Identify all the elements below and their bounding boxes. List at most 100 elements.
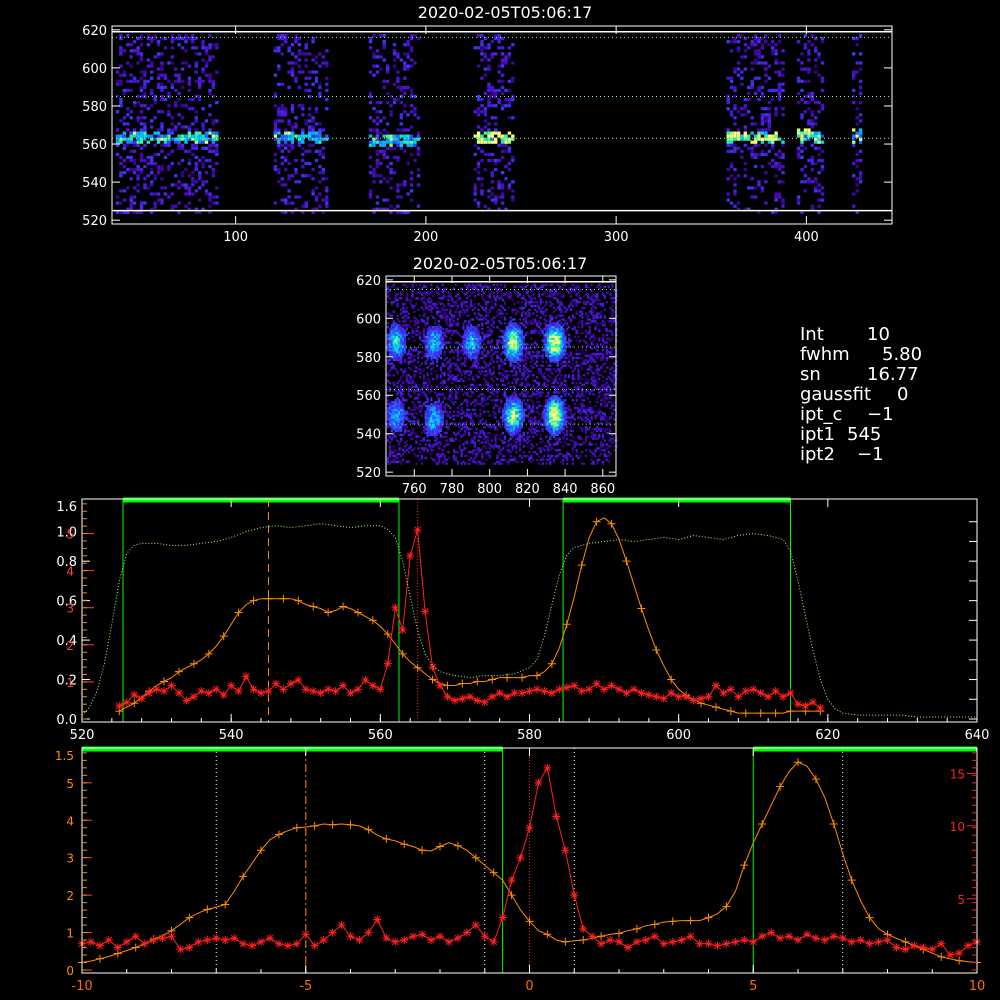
wide-image-pixel <box>294 195 298 199</box>
zoom-image-pixel <box>513 385 516 388</box>
wide-image-pixel <box>198 171 202 175</box>
wide-image-pixel <box>803 46 808 50</box>
zoom-image-pixel <box>511 299 514 302</box>
zoom-image-pixel <box>436 374 439 377</box>
zoom-image-pixel <box>419 283 422 287</box>
wide-image-pixel <box>760 186 765 190</box>
zoom-image-pixel <box>430 299 433 302</box>
wide-image-pixel <box>163 76 168 80</box>
zoom-image-pixel <box>469 412 473 415</box>
wide-image-pixel <box>372 64 376 68</box>
wide-image-pixel <box>273 49 278 53</box>
wide-image-pixel <box>146 43 150 47</box>
zoom-image-pixel <box>424 393 427 396</box>
wide-image-pixel <box>796 58 801 62</box>
wide-image-pixel <box>764 79 768 83</box>
wide-image-pixel <box>406 85 410 89</box>
wide-image-pixel <box>814 140 818 144</box>
wide-image-pixel <box>132 76 137 80</box>
wide-image-pixel <box>308 161 312 166</box>
zoom-image-pixel <box>464 431 467 435</box>
wide-image-pixel <box>807 131 811 135</box>
wide-image-pixel <box>143 165 147 169</box>
wide-image-pixel <box>136 189 140 193</box>
wide-image-pixel <box>473 192 477 196</box>
wide-image-pixel <box>294 116 298 120</box>
wide-image-pixel <box>774 152 778 156</box>
wide-image-pixel <box>177 143 181 147</box>
zoom-image-pixel <box>449 364 452 367</box>
wide-image-pixel <box>500 171 505 175</box>
wide-image-pixel <box>777 34 782 38</box>
wide-image-pixel <box>126 43 130 47</box>
wide-image-pixel <box>215 131 219 135</box>
zoom-image-pixel <box>488 447 491 450</box>
zoom-image-pixel <box>530 337 533 340</box>
wide-image-pixel <box>156 137 161 141</box>
wide-image-pixel <box>760 152 765 156</box>
zoom-image-pixel <box>449 293 452 296</box>
zoom-image-pixel <box>466 412 469 415</box>
wide-image-pixel <box>820 192 825 196</box>
wide-image-pixel <box>396 186 400 190</box>
wide-image-pixel <box>198 82 202 86</box>
wide-image-pixel <box>803 34 808 38</box>
wide-image-pixel <box>204 73 209 77</box>
zoom-image-pixel <box>488 454 491 458</box>
wide-image-pixel <box>318 165 322 169</box>
wide-image-pixel <box>304 88 308 92</box>
wide-image-pixel <box>156 128 161 132</box>
wide-image-pixel <box>277 37 281 41</box>
wide-image-pixel <box>753 140 758 144</box>
wide-image-pixel <box>308 143 312 147</box>
wide-image-pixel <box>215 149 219 153</box>
wide-image-pixel <box>476 107 481 111</box>
wide-image-pixel <box>301 140 305 144</box>
wide-image-pixel <box>297 143 302 147</box>
wide-image-pixel <box>767 107 771 111</box>
wide-image-pixel <box>382 198 386 202</box>
wide-image-pixel <box>416 134 421 138</box>
wide-image-pixel <box>753 58 758 62</box>
wide-image-pixel <box>389 110 393 114</box>
wide-image-pixel <box>796 195 801 199</box>
wide-image-pixel <box>294 180 298 184</box>
wide-image-pixel <box>753 34 758 38</box>
zoom-image-pixel <box>485 379 488 383</box>
wide-image-pixel <box>497 40 501 44</box>
wide-image-pixel <box>736 73 741 77</box>
wide-image-pixel <box>753 76 758 80</box>
wide-image-pixel <box>480 140 484 144</box>
wide-image-pixel <box>777 161 782 166</box>
zoom-image-pixel <box>526 445 529 448</box>
wide-image-pixel <box>733 177 737 181</box>
wide-image-pixel <box>160 125 164 129</box>
wide-image-pixel <box>747 98 751 102</box>
wide-image-pixel <box>750 131 754 135</box>
wide-image-pixel <box>177 91 181 96</box>
zoom-image-pixel <box>417 297 420 300</box>
wide-image-pixel <box>396 158 400 163</box>
zoom-image-pixel <box>532 351 535 354</box>
wide-image-pixel <box>119 174 123 178</box>
wide-image-pixel <box>368 171 373 175</box>
wide-image-pixel <box>308 131 312 135</box>
zoom-image-pixel <box>515 370 518 373</box>
wide-image-pixel <box>201 46 205 50</box>
wide-image-pixel <box>753 155 758 159</box>
zoom-image-pixel <box>449 410 452 413</box>
wide-image-pixel <box>301 137 305 141</box>
wide-image-pixel <box>375 161 380 166</box>
zoom-image-pixel <box>485 420 488 423</box>
wide-image-pixel <box>208 46 212 50</box>
wide-image-pixel <box>301 107 305 111</box>
wide-image-pixel <box>318 204 322 208</box>
wide-image-pixel <box>160 67 164 71</box>
zoom-image-pixel <box>407 337 410 340</box>
wide-image-pixel <box>796 76 801 80</box>
zoom-image-pixel <box>479 414 482 417</box>
wide-image-pixel <box>483 73 488 77</box>
wide-image-pixel <box>119 79 123 83</box>
wide-image-pixel <box>413 140 417 144</box>
zoom-image-pixel <box>420 414 424 417</box>
